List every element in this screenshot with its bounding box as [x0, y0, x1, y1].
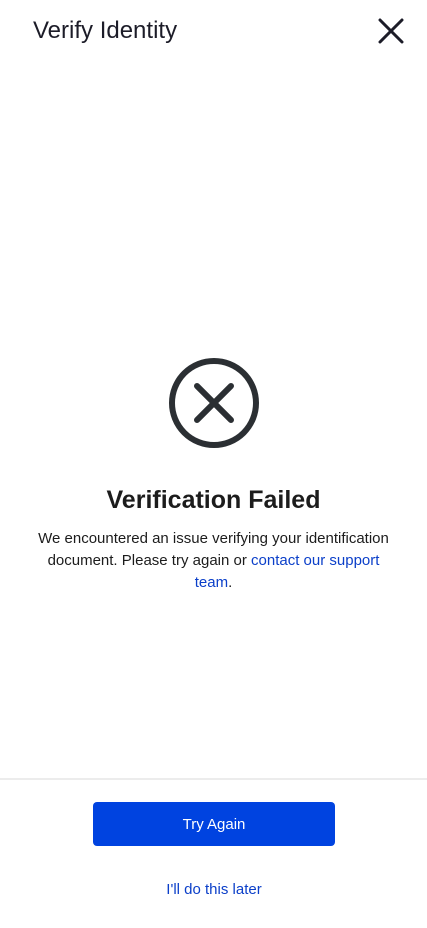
error-status-icon	[167, 356, 261, 450]
page-title: Verify Identity	[33, 17, 178, 44]
error-x-circle-icon	[169, 358, 259, 448]
header-bar: Verify Identity	[0, 0, 427, 62]
status-message-suffix: .	[228, 574, 233, 591]
try-again-button[interactable]: Try Again	[93, 802, 335, 846]
do-later-button[interactable]: I'll do this later	[93, 876, 335, 902]
status-title: Verification Failed	[106, 486, 321, 514]
close-button[interactable]	[372, 12, 410, 50]
footer-divider	[0, 778, 427, 780]
close-icon	[378, 18, 404, 44]
status-message: We encountered an issue verifying your i…	[30, 528, 397, 594]
